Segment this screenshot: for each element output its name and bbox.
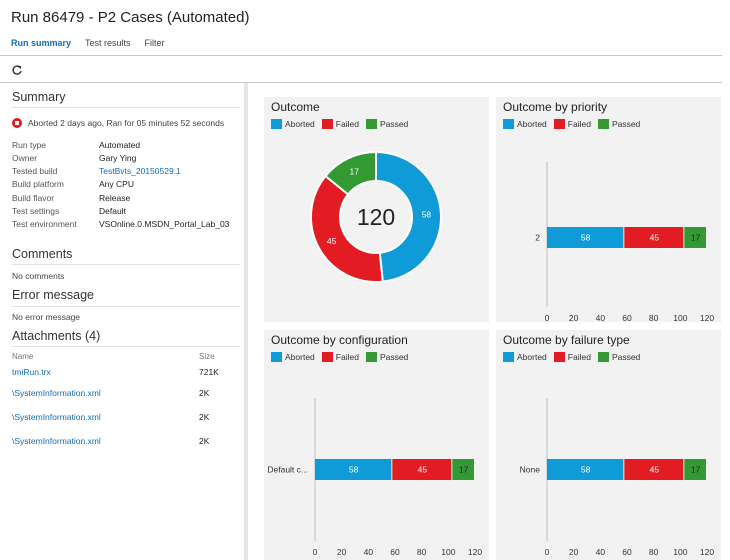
priority-chart-panel: Outcome by priority Aborted Failed Passe… <box>496 97 721 322</box>
pane-splitter[interactable] <box>244 83 248 560</box>
x-tick-label: 120 <box>700 313 714 322</box>
refresh-icon[interactable] <box>11 64 23 76</box>
x-tick-label: 100 <box>673 547 687 557</box>
x-tick-label: 120 <box>700 547 714 557</box>
field-label: Build platform <box>12 179 64 189</box>
bar-value-label: 45 <box>418 465 428 475</box>
bar-value-label: 58 <box>581 233 591 243</box>
outcome-donut-chart: 58 45 17 120 <box>310 150 442 283</box>
attachment-link[interactable]: \SystemInformation.xml <box>12 388 101 398</box>
run-status-text: Aborted 2 days ago, Ran for 05 minutes 5… <box>28 118 225 128</box>
donut-total-label: 120 <box>357 204 395 230</box>
x-tick-label: 60 <box>622 547 632 557</box>
comments-rule <box>12 264 240 265</box>
field-value: Any CPU <box>99 179 134 189</box>
slice-value-label: 58 <box>422 209 432 219</box>
field-value: VSOnline.0.MSDN_Portal_Lab_03 <box>99 219 230 229</box>
x-tick-label: 0 <box>545 547 550 557</box>
attachment-link[interactable]: \SystemInformation.xml <box>12 436 101 446</box>
configuration-chart-panel: Outcome by configuration Aborted Failed … <box>264 330 489 560</box>
attachment-size: 2K <box>199 436 210 446</box>
x-tick-label: 60 <box>390 547 400 557</box>
attachment-size: 2K <box>199 388 210 398</box>
x-tick-label: 40 <box>596 547 606 557</box>
attachments-col-size[interactable]: Size <box>199 352 215 361</box>
field-label: Build flavor <box>12 193 55 203</box>
x-tick-label: 120 <box>468 547 482 557</box>
x-tick-label: 100 <box>441 547 455 557</box>
field-test-environment: Test environment VSOnline.0.MSDN_Portal_… <box>12 219 229 229</box>
field-tested-build: Tested build TestBvts_20150529.1 <box>12 166 181 176</box>
failure-type-chart-panel: Outcome by failure type Aborted Failed P… <box>496 330 721 560</box>
field-value: Gary Ying <box>99 153 137 163</box>
x-tick-label: 20 <box>569 547 579 557</box>
field-label: Tested build <box>12 166 58 176</box>
bar-value-label: 58 <box>581 465 591 475</box>
error-message-rule <box>12 306 240 307</box>
x-tick-label: 60 <box>622 313 632 322</box>
bar-value-label: 17 <box>691 233 701 243</box>
summary-rule <box>12 107 240 108</box>
x-tick-label: 20 <box>337 547 347 557</box>
category-label: Default c... <box>267 465 308 475</box>
bar-value-label: 17 <box>459 465 469 475</box>
field-value: Default <box>99 206 126 216</box>
x-tick-label: 80 <box>649 547 659 557</box>
bar-value-label: 17 <box>691 465 701 475</box>
field-label: Run type <box>12 140 47 150</box>
field-owner: Owner Gary Ying <box>12 153 136 163</box>
field-build-flavor: Build flavor Release <box>12 193 130 203</box>
aborted-status-icon <box>12 118 22 128</box>
attachment-size: 721K <box>199 367 219 377</box>
run-status: Aborted 2 days ago, Ran for 05 minutes 5… <box>12 118 224 128</box>
bar-value-label: 58 <box>349 465 359 475</box>
x-tick-label: 80 <box>649 313 659 322</box>
slice-value-label: 45 <box>327 236 337 246</box>
x-tick-label: 40 <box>596 313 606 322</box>
field-build-platform: Build platform Any CPU <box>12 179 134 189</box>
field-run-type: Run type Automated <box>12 140 140 150</box>
field-value: Release <box>99 193 131 203</box>
error-message-heading: Error message <box>12 288 94 302</box>
page-title: Run 86479 - P2 Cases (Automated) <box>11 9 250 26</box>
field-test-settings: Test settings Default <box>12 206 126 216</box>
priority-bar-chart: 0 20 40 60 80 100 120 2 58 45 17 <box>535 162 714 322</box>
x-tick-label: 80 <box>417 547 427 557</box>
summary-heading: Summary <box>12 90 66 104</box>
x-tick-label: 100 <box>673 313 687 322</box>
category-label: 2 <box>535 233 540 243</box>
attachment-link[interactable]: \SystemInformation.xml <box>12 412 101 422</box>
field-value: Automated <box>99 140 141 150</box>
x-tick-label: 0 <box>545 313 550 322</box>
attachments-rule <box>12 346 240 347</box>
slice-value-label: 17 <box>350 166 360 176</box>
configuration-bar-chart: 0 20 40 60 80 100 120 Default c... 58 45 17 <box>267 398 482 557</box>
category-label: None <box>520 465 541 475</box>
attachment-link[interactable]: tmiRun.trx <box>12 367 51 377</box>
attachment-size: 2K <box>199 412 210 422</box>
bar-value-label: 45 <box>650 465 660 475</box>
comments-text: No comments <box>12 271 65 281</box>
tabs-divider <box>0 55 722 56</box>
error-message-text: No error message <box>12 312 81 322</box>
attachments-heading: Attachments (4) <box>12 329 101 343</box>
outcome-chart-panel: Outcome Aborted Failed Passed 58 45 17 120 <box>264 97 489 322</box>
field-label: Owner <box>12 153 38 163</box>
attachments-col-name[interactable]: Name <box>12 352 33 361</box>
field-label: Test environment <box>12 219 77 229</box>
x-tick-label: 0 <box>313 547 318 557</box>
comments-heading: Comments <box>12 247 73 261</box>
x-tick-label: 20 <box>569 313 579 322</box>
tested-build-link[interactable]: TestBvts_20150529.1 <box>99 166 181 176</box>
field-label: Test settings <box>12 206 60 216</box>
failure-type-bar-chart: 0 20 40 60 80 100 120 None 58 45 17 <box>520 398 714 557</box>
bar-value-label: 45 <box>650 233 660 243</box>
x-tick-label: 40 <box>364 547 374 557</box>
